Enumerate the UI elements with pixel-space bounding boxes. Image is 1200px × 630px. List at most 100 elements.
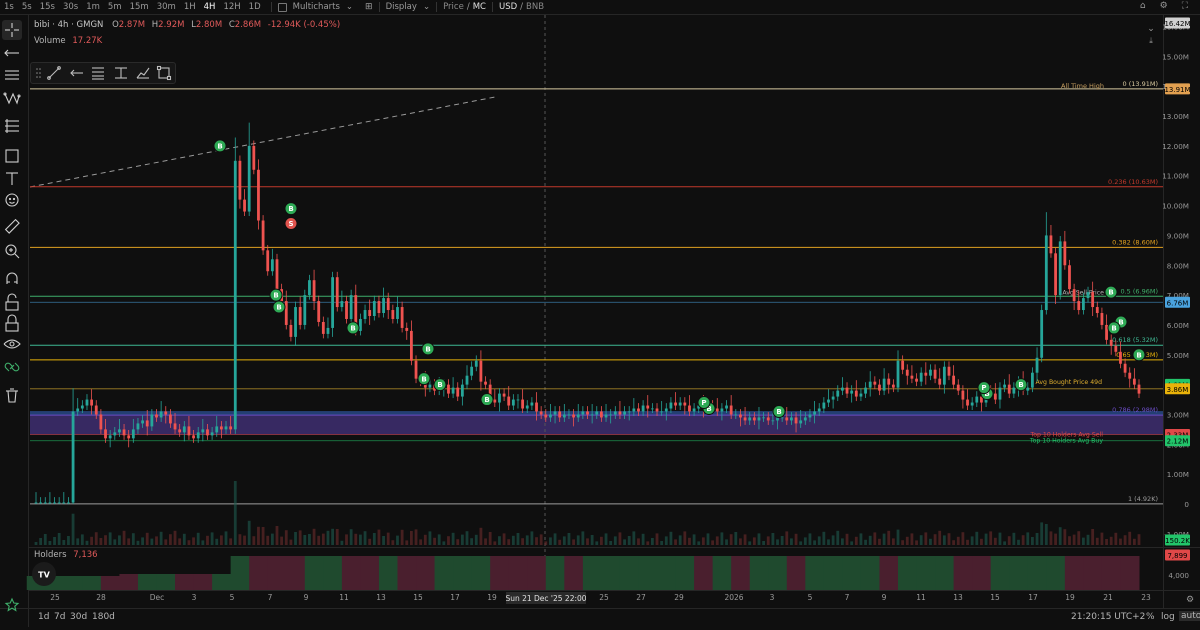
multicharts-label: Multicharts [292,2,340,12]
fullscreen-icon[interactable]: ⛶ [1182,1,1188,11]
y-tick-7: 9.00M [1167,231,1189,240]
volume-bar [173,530,177,545]
volume-bar [257,526,260,545]
volume-bar [1040,522,1044,545]
candle-body [303,295,307,325]
camera-icon[interactable]: ⌂ [1140,1,1146,11]
range-30d[interactable]: 30d [70,612,87,622]
interval-1d[interactable]: 1D [245,2,265,12]
volume-bar [646,541,650,545]
candle-body [396,307,399,319]
volume-bar [150,538,154,545]
eye-icon[interactable] [3,339,21,349]
candle-body [627,411,631,413]
volume-bar [1123,535,1127,545]
interval-5m[interactable]: 5m [104,2,126,12]
volume-bar [1100,532,1104,545]
emoji-tool-icon[interactable] [5,193,19,207]
candle-body [910,375,914,379]
volume-bar [878,538,881,545]
zoom-in-icon[interactable] [5,244,20,259]
bnb-toggle[interactable]: BNB [526,2,544,12]
fib-tool-icon[interactable] [5,70,19,80]
grid-icon[interactable]: ⊞ [365,2,373,12]
volume-bar [808,533,812,545]
x-tick-11: 19 [487,593,497,602]
interval-12h[interactable]: 12H [219,2,244,12]
brush-tool-icon[interactable] [136,67,150,79]
ruler-icon[interactable] [4,218,20,234]
rectangle-tool-icon[interactable] [156,65,172,81]
holders-bar [341,556,361,590]
volume-bar [71,513,75,545]
range-1d[interactable]: 1d [38,612,49,622]
volume-bar [219,535,223,545]
interval-30s[interactable]: 30s [59,2,82,12]
interval-1s[interactable]: 1s [0,2,18,12]
price-toggle[interactable]: Price [443,2,464,12]
volume-bar [1003,541,1007,545]
horizontal-line-tool-icon[interactable] [4,49,19,57]
candle-body [1072,289,1076,302]
mc-toggle[interactable]: MC [473,2,486,12]
horizontal-ray-icon[interactable] [70,69,83,77]
x-tick-14: 29 [674,593,684,602]
interval-1h[interactable]: 1H [180,2,200,12]
trendline-tool-icon[interactable] [47,66,61,80]
x-tick-24: 19 [1065,593,1075,602]
range-180d[interactable]: 180d [92,612,115,622]
pattern-tool-icon[interactable] [3,92,21,105]
magnet-icon[interactable] [6,272,18,284]
text-cursor-icon[interactable] [115,67,127,79]
auto-toggle[interactable]: auto [1179,611,1200,621]
volume-bar [192,537,195,545]
candle-body [646,405,650,409]
volume-bar [382,536,385,545]
candle-body [465,375,469,385]
open-label: O [112,20,119,30]
volume-bar [1119,538,1122,545]
lock-drawing-icon[interactable] [5,293,19,311]
candle-body [762,417,766,419]
drag-handle-icon[interactable] [36,68,41,78]
tag-avg-sell: 6.76M [1167,299,1189,307]
interval-30m[interactable]: 30m [153,2,180,12]
volume-bar [238,534,242,545]
parallel-channel-icon[interactable] [92,67,104,80]
drawing-floating-toolbar [30,62,176,84]
candle-body [57,502,61,504]
candle-body [511,399,515,406]
interval-15s[interactable]: 15s [36,2,59,12]
trash-icon[interactable] [6,388,18,403]
text-tool-icon[interactable] [6,172,18,185]
multicharts-toggle[interactable]: Multicharts [277,2,340,12]
percent-toggle[interactable]: % [1146,612,1155,622]
interval-5s[interactable]: 5s [18,2,36,12]
candle-body [405,327,409,331]
candle-body [942,366,946,385]
interval-4h[interactable]: 4H [200,2,220,12]
volume-bar [479,527,483,545]
candle-body [609,414,613,416]
link-icon[interactable] [4,362,20,372]
volume-bar [460,534,464,545]
settings-icon[interactable]: ⚙ [1160,1,1168,11]
usd-toggle[interactable]: USD [499,2,517,12]
volume-value: 17.27K [72,36,103,46]
volume-bar [553,533,557,545]
interval-15m[interactable]: 15m [126,2,153,12]
candle-body [901,360,905,370]
measure-tool-icon[interactable] [5,119,19,133]
holders-bar [1064,556,1084,590]
shape-tool-icon[interactable] [5,149,19,163]
lock-icon[interactable] [5,314,19,332]
price-chart[interactable]: 0 (13.91M) 0.236 (10.63M) 0.382 (8.60M) 0.5… [0,0,1200,627]
scroll-icon: ⤓ [1149,36,1153,45]
candle-body [368,310,372,316]
interval-1m[interactable]: 1m [82,2,104,12]
avg-bought-label: Avg Bought Price 49d [1036,379,1103,386]
log-toggle[interactable]: log [1161,612,1175,622]
display-dropdown[interactable]: Display [386,2,417,12]
range-7d[interactable]: 7d [54,612,65,622]
close-value: 2.86M [234,20,262,30]
